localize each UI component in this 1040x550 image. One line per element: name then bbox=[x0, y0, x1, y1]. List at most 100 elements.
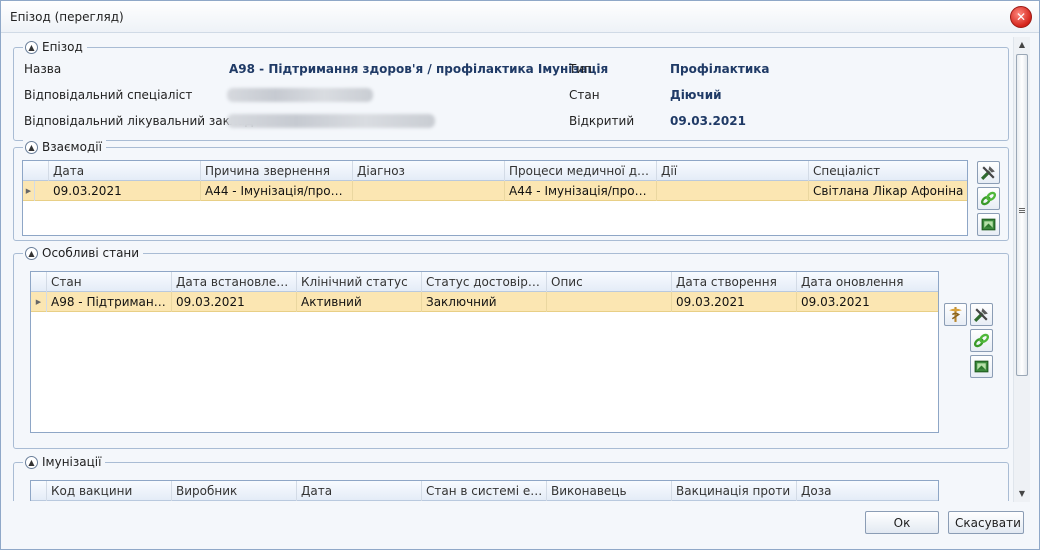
conditions-group-header[interactable]: ▲ Особливі стани bbox=[23, 246, 144, 260]
state-label: Стан bbox=[569, 88, 600, 102]
episode-group-label: Епізод bbox=[42, 40, 83, 54]
interactions-tools-button[interactable] bbox=[977, 161, 1000, 184]
link-icon bbox=[973, 333, 990, 348]
col-header[interactable]: Опис bbox=[547, 272, 672, 292]
interactions-table-header: Дата Причина звернення Діагноз Процеси м… bbox=[23, 161, 967, 181]
table-cell: Активний bbox=[297, 292, 422, 312]
wrench-icon bbox=[973, 308, 988, 323]
close-button[interactable]: ✕ bbox=[1010, 6, 1032, 28]
name-value: A98 - Підтримання здоров'я / профілактик… bbox=[229, 62, 609, 76]
table-cell: 09.03.2021 bbox=[672, 292, 797, 312]
redacted-facility bbox=[227, 114, 435, 128]
cancel-button[interactable]: Скасувати bbox=[948, 511, 1024, 534]
col-header[interactable]: Діагноз bbox=[353, 161, 505, 181]
conditions-export-button[interactable] bbox=[970, 355, 993, 378]
conditions-link-button[interactable] bbox=[970, 329, 993, 352]
col-header[interactable]: Код вакцини bbox=[47, 481, 172, 501]
col-header[interactable]: Дата bbox=[49, 161, 201, 181]
table-cell: A44 - Імунізація/профіл... bbox=[505, 181, 657, 201]
interactions-link-button[interactable] bbox=[977, 187, 1000, 210]
interactions-group-label: Взаємодії bbox=[42, 140, 102, 154]
interactions-group: ▲ Взаємодії Дата Причина звернення Діагн… bbox=[13, 140, 1009, 241]
opened-label: Відкритий bbox=[569, 114, 635, 128]
link-icon bbox=[980, 191, 997, 206]
title-bar: Епізод (перегляд) ✕ bbox=[1, 1, 1039, 33]
chevron-up-icon[interactable]: ▲ bbox=[25, 455, 38, 469]
immunizations-group-header[interactable]: ▲ Імунізації bbox=[23, 455, 106, 469]
immunizations-group-label: Імунізації bbox=[42, 455, 102, 469]
immunizations-table-header: Код вакцини Виробник Дата Стан в системі… bbox=[31, 481, 938, 501]
col-header[interactable]: Причина звернення bbox=[201, 161, 353, 181]
episode-dialog: Епізод (перегляд) ✕ ▲ Епізод Назва A98 -… bbox=[0, 0, 1040, 550]
ok-button[interactable]: Ок bbox=[865, 511, 939, 534]
opened-value: 09.03.2021 bbox=[670, 114, 746, 128]
conditions-table-header: Стан Дата встановлення Клінічний статус … bbox=[31, 272, 938, 292]
col-header[interactable]: Клінічний статус bbox=[297, 272, 422, 292]
col-header[interactable]: Вакцинація проти bbox=[672, 481, 797, 501]
scroll-down-icon[interactable]: ▼ bbox=[1017, 489, 1027, 498]
col-header[interactable]: Доза bbox=[797, 481, 938, 501]
col-header[interactable]: Стан в системі eHealt bbox=[422, 481, 547, 501]
table-cell: Світлана Лікар Афоніна bbox=[813, 184, 964, 198]
window-title: Епізод (перегляд) bbox=[10, 10, 124, 24]
row-pointer-icon: ▶ bbox=[23, 181, 35, 201]
table-cell: 09.03.2021 bbox=[172, 292, 297, 312]
table-cell bbox=[657, 181, 809, 201]
table-cell: Заключний bbox=[422, 292, 547, 312]
redacted-specialist bbox=[227, 88, 373, 102]
col-header[interactable]: Виробник bbox=[172, 481, 297, 501]
type-label: Тип bbox=[569, 62, 592, 76]
immunizations-group: ▲ Імунізації Код вакцини Виробник Дата С… bbox=[13, 455, 1009, 501]
col-header[interactable]: Статус достовірності bbox=[422, 272, 547, 292]
specialist-label: Відповідальний спеціаліст bbox=[24, 88, 193, 102]
chevron-up-icon[interactable]: ▲ bbox=[25, 246, 38, 260]
table-cell: A44 - Імунізація/профіл... bbox=[201, 181, 353, 201]
col-header[interactable]: Виконавець bbox=[547, 481, 672, 501]
grip-icon bbox=[1019, 208, 1025, 213]
name-label: Назва bbox=[24, 62, 62, 76]
table-cell bbox=[547, 292, 672, 312]
scroll-thumb[interactable] bbox=[1016, 54, 1028, 376]
table-cell: 09.03.2021 bbox=[801, 295, 870, 309]
vertical-scrollbar[interactable]: ▲ ▼ bbox=[1013, 37, 1030, 502]
interactions-table: Дата Причина звернення Діагноз Процеси м… bbox=[22, 160, 968, 236]
row-indicator-header bbox=[31, 481, 47, 501]
immunizations-table: Код вакцини Виробник Дата Стан в системі… bbox=[30, 480, 939, 501]
row-indicator-header bbox=[23, 161, 49, 181]
col-header[interactable]: Дата створення bbox=[672, 272, 797, 292]
episode-group-header[interactable]: ▲ Епізод bbox=[23, 40, 87, 54]
table-cell bbox=[353, 181, 505, 201]
conditions-table: Стан Дата встановлення Клінічний статус … bbox=[30, 271, 939, 433]
wrench-icon bbox=[980, 166, 995, 181]
export-icon bbox=[974, 360, 989, 373]
scroll-content: ▲ Епізод Назва A98 - Підтримання здоров'… bbox=[1, 34, 1013, 501]
episode-group: ▲ Епізод Назва A98 - Підтримання здоров'… bbox=[13, 40, 1009, 141]
col-header[interactable]: Стан bbox=[47, 272, 172, 292]
col-header[interactable]: Дата bbox=[297, 481, 422, 501]
conditions-group: ▲ Особливі стани Стан Дата встановлення … bbox=[13, 246, 1009, 449]
row-pointer-icon: ▶ bbox=[31, 292, 47, 312]
interactions-group-header[interactable]: ▲ Взаємодії bbox=[23, 140, 106, 154]
col-header[interactable]: Дата оновлення bbox=[797, 272, 938, 292]
export-icon bbox=[981, 218, 996, 231]
table-row[interactable]: ▶ A98 - Підтримання... 09.03.2021 Активн… bbox=[31, 292, 938, 312]
col-header[interactable]: Спеціаліст bbox=[809, 161, 967, 181]
caduceus-icon bbox=[949, 307, 962, 322]
row-indicator-header bbox=[31, 272, 47, 292]
conditions-tools-button[interactable] bbox=[970, 303, 993, 326]
col-header[interactable]: Процеси медичної допом bbox=[505, 161, 657, 181]
table-row[interactable]: ▶ 09.03.2021 A44 - Імунізація/профіл... … bbox=[23, 181, 967, 201]
col-header[interactable]: Дії bbox=[657, 161, 809, 181]
conditions-group-label: Особливі стани bbox=[42, 246, 140, 260]
conditions-medical-button[interactable] bbox=[944, 303, 967, 326]
state-value: Діючий bbox=[670, 88, 722, 102]
table-cell: 09.03.2021 bbox=[49, 181, 201, 201]
chevron-up-icon[interactable]: ▲ bbox=[25, 40, 38, 54]
chevron-up-icon[interactable]: ▲ bbox=[25, 140, 38, 154]
col-header[interactable]: Дата встановлення bbox=[172, 272, 297, 292]
interactions-export-button[interactable] bbox=[977, 213, 1000, 236]
facility-label: Відповідальний лікувальний заклад bbox=[24, 114, 254, 128]
scroll-up-icon[interactable]: ▲ bbox=[1017, 40, 1027, 49]
type-value: Профілактика bbox=[670, 62, 770, 76]
table-cell: A98 - Підтримання... bbox=[47, 292, 172, 312]
